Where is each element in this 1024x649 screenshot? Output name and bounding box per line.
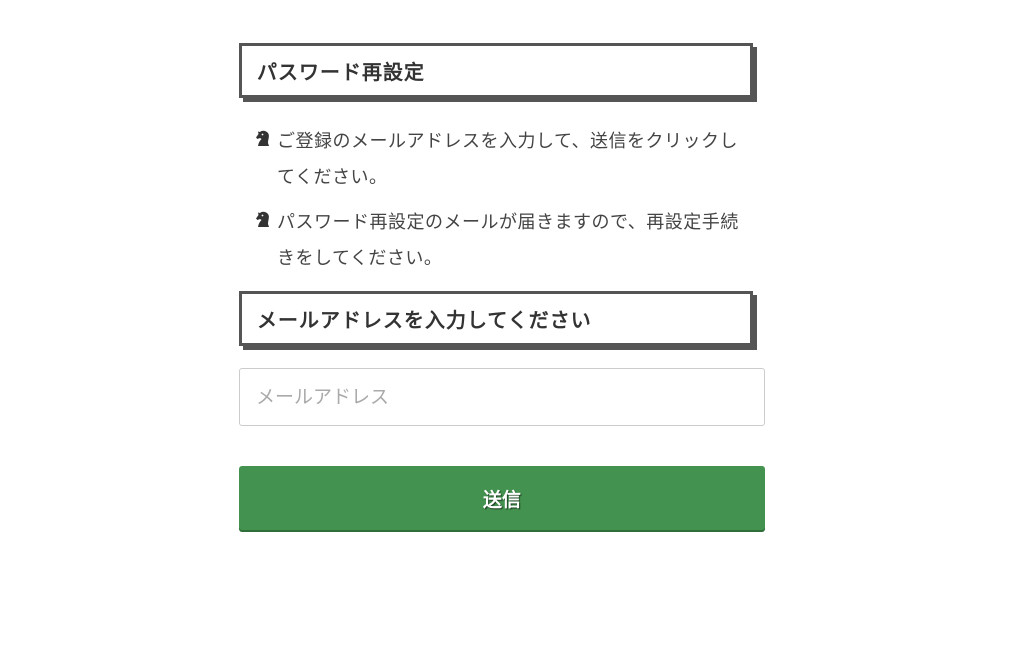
instruction-text: ご登録のメールアドレスを入力して、送信をクリックしてください。 — [277, 131, 739, 188]
email-heading: メールアドレスを入力してください — [239, 291, 753, 346]
instruction-text: パスワード再設定のメールが届きますので、再設定手続きをしてください。 — [277, 212, 739, 269]
chess-knight-icon — [249, 205, 277, 233]
submit-button[interactable]: 送信 — [239, 466, 765, 530]
email-input[interactable] — [239, 368, 765, 426]
instruction-item: パスワード再設定のメールが届きますので、再設定手続きをしてください。 — [239, 205, 753, 277]
chess-knight-icon — [249, 124, 277, 152]
instruction-list: ご登録のメールアドレスを入力して、送信をクリックしてください。 パスワード再設定… — [239, 124, 753, 277]
instruction-item: ご登録のメールアドレスを入力して、送信をクリックしてください。 — [239, 124, 753, 196]
password-reset-heading: パスワード再設定 — [239, 43, 753, 98]
email-heading-title: メールアドレスを入力してください — [257, 308, 592, 332]
password-reset-form: パスワード再設定 ご登録のメールアドレスを入力して、送信をクリックしてください。… — [239, 43, 765, 530]
password-reset-title: パスワード再設定 — [257, 60, 425, 84]
